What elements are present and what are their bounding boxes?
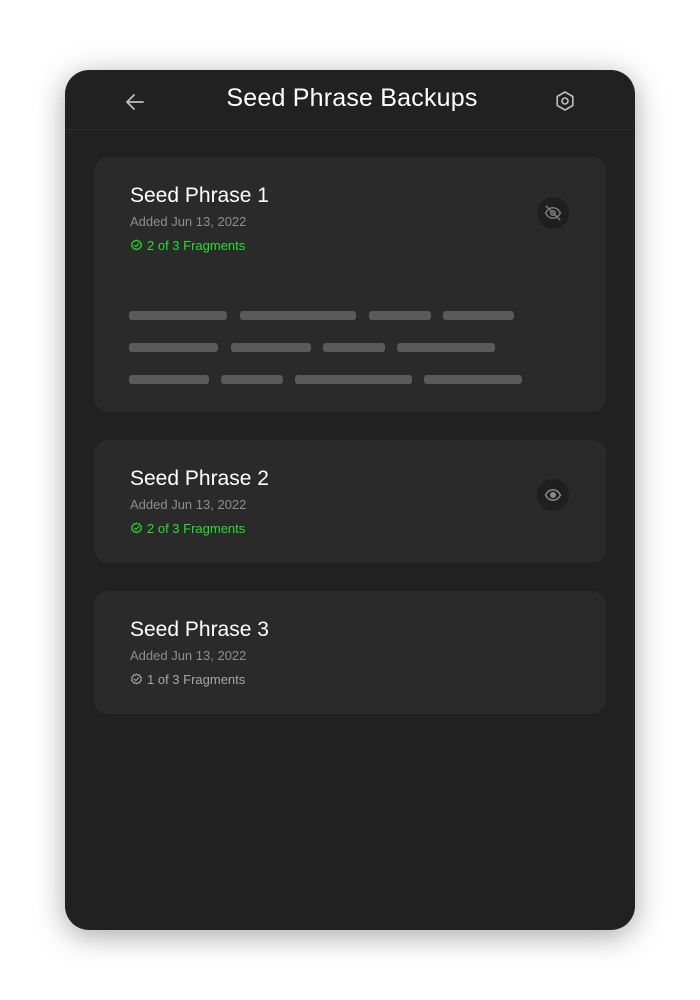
app-window: Seed Phrase Backups Seed Phrase 1 Added … (65, 70, 635, 930)
fragment-count: 1 of 3 Fragments (147, 672, 246, 687)
hide-phrase-button[interactable] (537, 197, 569, 229)
page-title: Seed Phrase Backups (226, 84, 478, 112)
check-badge-icon (131, 673, 142, 685)
fragment-count: 2 of 3 Fragments (147, 521, 246, 536)
header: Seed Phrase Backups (65, 70, 635, 130)
seed-phrase-title: Seed Phrase 3 (130, 618, 269, 641)
show-phrase-button[interactable] (537, 479, 569, 511)
hexagon-settings-icon (556, 91, 574, 111)
masked-word (231, 343, 311, 352)
check-badge-icon (131, 239, 142, 251)
seed-phrase-date: Added Jun 13, 2022 (130, 214, 247, 229)
masked-word (129, 375, 209, 384)
check-badge-icon (131, 522, 142, 534)
fragment-status: 2 of 3 Fragments (130, 238, 245, 253)
masked-word (129, 311, 227, 320)
seed-phrase-title: Seed Phrase 1 (130, 184, 269, 207)
masked-word (129, 343, 218, 352)
masked-word (221, 375, 283, 384)
masked-word (295, 375, 412, 384)
seed-phrase-title: Seed Phrase 2 (130, 467, 269, 490)
fragment-status: 1 of 3 Fragments (130, 672, 245, 687)
masked-word (323, 343, 385, 352)
masked-word (240, 311, 356, 320)
seed-phrase-card[interactable]: Seed Phrase 3 Added Jun 13, 2022 1 of 3 … (94, 591, 606, 714)
eye-off-icon (544, 205, 562, 221)
fragment-status: 2 of 3 Fragments (130, 521, 245, 536)
seed-phrase-date: Added Jun 13, 2022 (130, 648, 247, 663)
fragment-count: 2 of 3 Fragments (147, 238, 246, 253)
settings-button[interactable] (553, 89, 577, 113)
masked-word (424, 375, 522, 384)
masked-word (443, 311, 514, 320)
eye-icon (544, 489, 562, 501)
seed-phrase-card[interactable]: Seed Phrase 1 Added Jun 13, 2022 2 of 3 … (94, 157, 606, 412)
masked-word (369, 311, 431, 320)
masked-word (397, 343, 495, 352)
seed-phrase-date: Added Jun 13, 2022 (130, 497, 247, 512)
seed-phrase-card[interactable]: Seed Phrase 2 Added Jun 13, 2022 2 of 3 … (94, 440, 606, 563)
